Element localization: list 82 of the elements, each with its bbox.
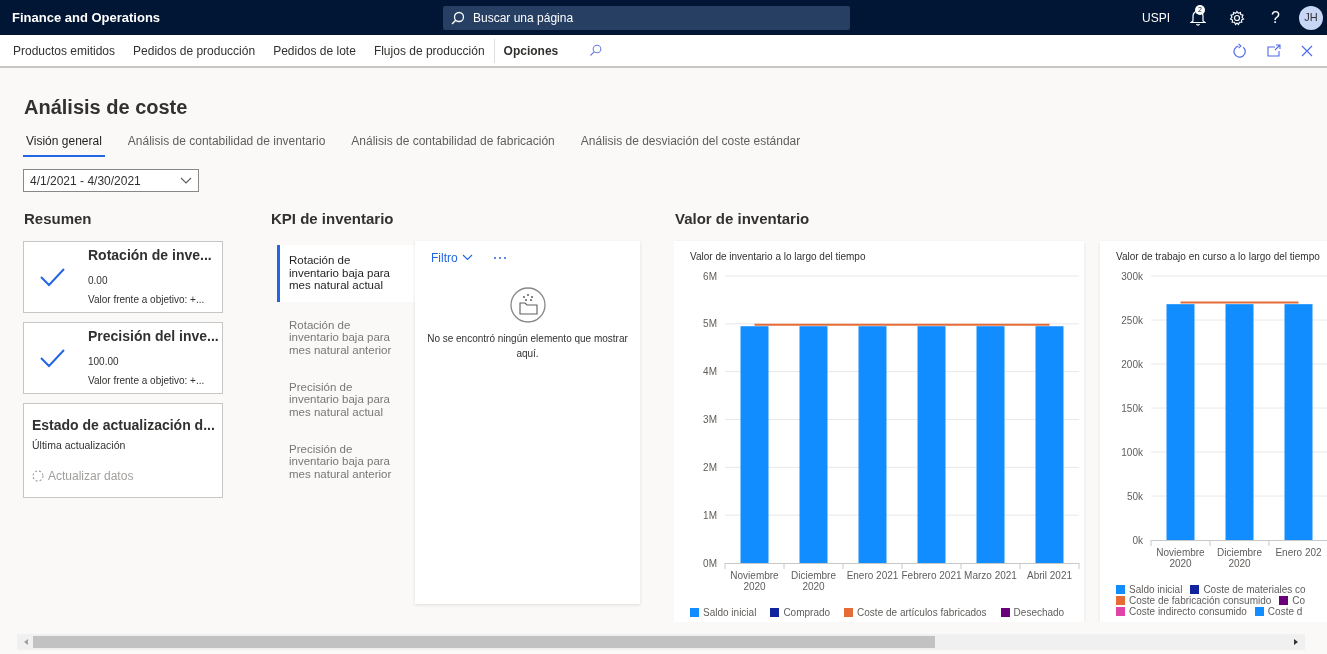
legend-label: Coste de materiales co xyxy=(1203,583,1306,595)
search-field[interactable]: Buscar una página xyxy=(443,5,850,30)
options-tab[interactable]: Opciones xyxy=(494,41,568,60)
legend-label: Coste d xyxy=(1267,605,1303,617)
more-options-button[interactable] xyxy=(492,255,507,260)
page-tab[interactable]: Análisis de contabilidad de fabricación xyxy=(348,132,558,157)
page-title: Análisis de coste xyxy=(24,95,189,120)
page-tab[interactable]: Análisis de contabilidad de inventario xyxy=(124,132,329,157)
kpi-list-item[interactable]: Precisión de inventario baja para mes natural anterior xyxy=(270,430,415,493)
axis-label: 2M xyxy=(703,461,717,473)
command-link[interactable]: Pedidos de producción xyxy=(124,41,265,60)
settings-icon xyxy=(1228,9,1245,26)
axis-label: Diciembre 2020 xyxy=(791,569,836,592)
tile-value: 0.00 xyxy=(88,273,109,288)
axis-label: 150k xyxy=(1121,402,1143,413)
tile-title: Precisión del inve... xyxy=(88,327,219,346)
open-new-window-icon xyxy=(1267,44,1281,57)
command-link[interactable]: Pedidos de lote xyxy=(264,41,365,60)
kpi-list-item[interactable]: Precisión de inventario baja para mes natural actual xyxy=(270,368,415,431)
tile-subtitle: Última actualización xyxy=(32,437,127,453)
axis-label: 250k xyxy=(1121,314,1143,325)
legend-label: Coste de artículos fabricados xyxy=(857,606,987,618)
legend-label: Coste indirecto consumido xyxy=(1129,605,1247,617)
tile-value: 100.00 xyxy=(88,354,120,369)
legend-label: Comprado xyxy=(783,606,831,618)
filter-button[interactable]: Filtro xyxy=(431,248,473,267)
legend-label: Coste de fabricación consumido xyxy=(1129,594,1272,606)
tile-subtitle: Valor frente a objetivo: +... xyxy=(88,373,206,388)
legend-label: Co xyxy=(1292,594,1306,606)
axis-label: 5M xyxy=(703,317,717,329)
section-heading: KPI de inventario xyxy=(271,209,395,229)
axis-label: 50k xyxy=(1126,490,1143,501)
chart-title: Valor de trabajo en curso a lo largo del tiempo xyxy=(1116,249,1321,264)
spinner-icon xyxy=(32,469,44,482)
axis-label: Enero 2021 xyxy=(846,569,899,581)
axis-label: Enero 202 xyxy=(1275,546,1322,558)
empty-state-message: No se encontró ningún elemento que mostrar aquí. xyxy=(426,331,629,361)
user-avatar[interactable]: JH xyxy=(1299,5,1323,30)
horizontal-scrollbar[interactable] xyxy=(17,633,1305,650)
tile-subtitle: Valor frente a objetivo: +... xyxy=(88,292,206,307)
axis-label: Marzo 2021 xyxy=(964,569,1017,581)
more-icon xyxy=(492,255,507,260)
company-selector[interactable]: USPI xyxy=(1134,0,1178,35)
help-button[interactable]: ? xyxy=(1256,0,1295,35)
legend-label: Saldo inicial xyxy=(1129,583,1183,595)
page-tab[interactable]: Análisis de desviación del coste estándar xyxy=(577,132,804,157)
axis-label: Febrero 2021 xyxy=(901,569,962,581)
axis-label: Diciembre 2020 xyxy=(1217,546,1262,569)
legend-label: Desechado xyxy=(1013,606,1065,618)
axis-label: 100k xyxy=(1121,446,1143,457)
axis-label: Abril 2021 xyxy=(1027,569,1072,581)
date-range-dropdown[interactable]: 4/1/2021 - 4/30/2021 xyxy=(23,169,199,192)
kpi-list-item[interactable]: Rotación de inventario baja para mes natural actual xyxy=(277,244,415,302)
axis-label: 1M xyxy=(703,509,717,521)
axis-label: 6M xyxy=(703,270,717,281)
section-heading: Valor de inventario xyxy=(675,209,811,229)
tile-title: Rotación de inve... xyxy=(88,246,212,265)
axis-label: 4M xyxy=(703,365,717,377)
axis-label: 200k xyxy=(1121,358,1143,369)
section-heading: Resumen xyxy=(24,209,93,229)
axis-label: 0M xyxy=(703,557,717,568)
empty-folder-icon xyxy=(509,286,546,323)
bell-icon xyxy=(1189,9,1206,26)
tile-title: Estado de actualización d... xyxy=(32,415,214,434)
refresh-icon xyxy=(1232,43,1247,58)
command-link[interactable]: Flujos de producción xyxy=(364,41,494,60)
axis-label: Noviembre 2020 xyxy=(1156,546,1205,569)
axis-label: 3M xyxy=(703,413,717,425)
chevron-down-icon xyxy=(180,177,192,184)
axis-label: Noviembre 2020 xyxy=(730,569,779,592)
kpi-list-item[interactable]: Rotación de inventario baja para mes natural anterior xyxy=(270,306,415,369)
close-icon xyxy=(1301,44,1313,57)
axis-label: 0k xyxy=(1132,534,1143,545)
legend-label: Saldo inicial xyxy=(703,606,757,618)
command-link[interactable]: Productos emitidos xyxy=(4,41,125,60)
axis-label: 300k xyxy=(1121,270,1143,281)
search-icon xyxy=(589,44,603,57)
page-tab[interactable]: Visión general xyxy=(23,132,105,157)
chart-title: Valor de inventario a lo largo del tiempo xyxy=(690,249,867,264)
chevron-down-icon xyxy=(461,254,473,261)
app-title: Finance and Operations xyxy=(11,8,162,27)
search-icon xyxy=(451,10,465,25)
